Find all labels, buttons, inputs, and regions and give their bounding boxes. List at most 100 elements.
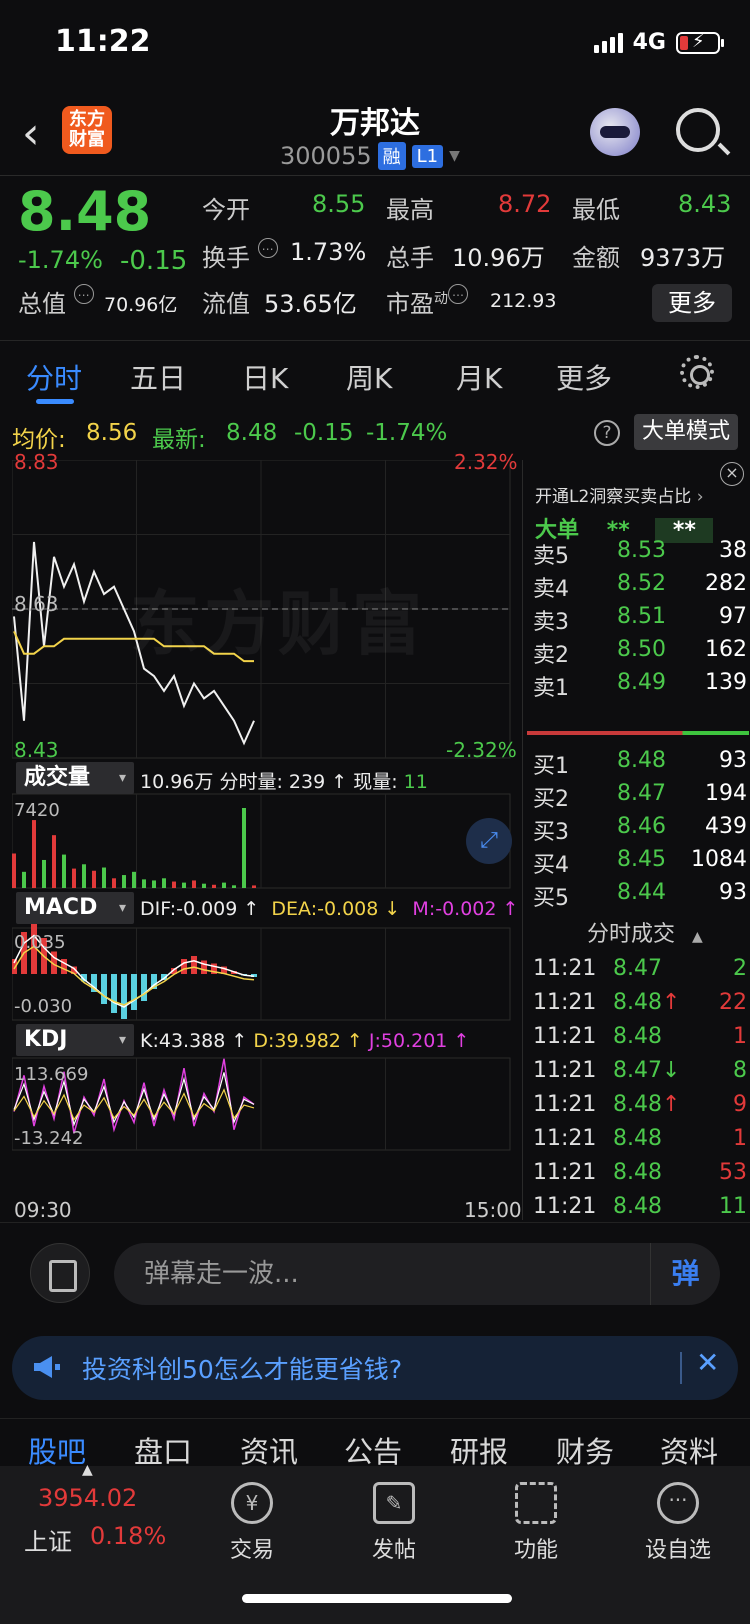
info-icon[interactable]: … [257,238,278,258]
battery-icon: ⚡ [676,31,724,54]
home-indicator [242,1594,512,1603]
status-bar: 11:22 4G ⚡ [0,0,750,90]
search-icon[interactable] [676,108,720,152]
nav-add-watchlist[interactable]: ··· 设自选 [628,1482,728,1564]
trade-price: 8.48 [613,1126,662,1151]
kdj-info: K:43.388 ↑ D:39.982 ↑ J:50.201 ↑ [140,1030,470,1052]
kdj-indicator-select[interactable]: KDJ [16,1024,134,1056]
trade-price: 8.48 [613,1160,662,1185]
macd-bar [141,974,147,1001]
close-icon[interactable]: × [720,462,744,486]
ask-row[interactable]: 卖3 8.51 97 [533,604,747,637]
more-button[interactable]: 更多 [652,284,732,322]
bid-row[interactable]: 买3 8.46 439 [533,814,747,847]
ask-row[interactable]: 卖2 8.50 162 [533,637,747,670]
l2-upsell-link[interactable]: 开通L2洞察买卖占比 › [535,482,704,507]
tab-news[interactable]: 资讯 [240,1429,298,1471]
bid-price: 8.44 [617,880,666,905]
ask-price: 8.51 [617,604,666,629]
info-icon[interactable]: … [73,284,94,304]
float-value: 53.65亿 [264,290,357,318]
danmu-input[interactable]: 弹幕走一波... 弹 [114,1243,720,1305]
tab-more[interactable]: 更多 [556,357,612,397]
tab-forum[interactable]: 股吧 [28,1429,86,1471]
trade-price: 8.47↓ [613,1058,681,1083]
intraday-chart[interactable]: 东方财富 8.83 8.63 8.43 2.32% -2.32% 成交量 10.… [11,450,522,1222]
nav-functions[interactable]: 功能 [486,1482,586,1564]
bid-price: 8.45 [617,847,666,872]
banner-divider [680,1352,682,1384]
volume-bar [252,885,256,888]
bid-volume: 93 [719,748,747,773]
volume-bar [182,882,186,888]
trade-volume: 1 [733,1024,747,1049]
intraday-info-row: 均价: 8.56 最新: 8.48 -0.15 -1.74% ? 大单模式 [0,412,750,458]
info-icon[interactable]: … [448,284,468,304]
open-label: 今开 [202,196,250,224]
bid-row[interactable]: 买5 8.44 93 [533,880,747,913]
tab-weekly-k[interactable]: 周K [346,357,392,397]
expand-icon[interactable]: ⤢ [466,818,512,864]
assistant-robot-icon[interactable] [590,108,640,156]
ask-row[interactable]: 卖4 8.52 282 [533,571,747,604]
grid-icon [515,1482,557,1524]
macd-bar [181,959,187,974]
tab-financials[interactable]: 财务 [556,1429,614,1471]
bid-label: 买1 [533,754,569,779]
tab-orderbook[interactable]: 盘口 [134,1429,192,1471]
mktcap-label: 总值 … [18,284,94,319]
volume-indicator-select[interactable]: 成交量 [16,762,134,794]
big-order-mode-button[interactable]: 大单模式 [634,414,738,450]
bid-row[interactable]: 买1 8.48 93 [533,748,747,781]
volume-bar [82,864,86,888]
volume-bar [92,870,96,888]
ask-label: 卖3 [533,610,569,635]
pct-min-label: -2.32% [446,738,517,762]
help-icon[interactable]: ? [594,420,620,446]
kdj-bottom-label: -13.242 [14,1128,84,1149]
close-icon[interactable]: ✕ [696,1346,719,1379]
ask-label: 卖1 [533,676,569,701]
trades-header[interactable]: 分时成交 ▲ [587,916,703,948]
nav-post[interactable]: ✎ 发帖 [344,1482,444,1564]
volume-value: 10.96万 [452,244,545,272]
last-price: 8.48 [18,180,152,243]
change-value: -0.15 [120,246,188,276]
tab-daily-k[interactable]: 日K [242,357,288,397]
volume-bar [142,879,146,888]
index-value[interactable]: 3954.02 [38,1484,137,1512]
ask-row[interactable]: 卖1 8.49 139 [533,670,747,703]
tab-research[interactable]: 研报 [450,1429,508,1471]
watermark: 东方财富 [130,583,426,665]
ask-row[interactable]: 卖5 8.53 38 [533,538,747,571]
promo-banner[interactable]: 投资科创50怎么才能更省钱? ✕ [12,1336,738,1400]
stock-code-switcher[interactable]: 300055 融 L1 ▼ [280,142,460,170]
bid-row[interactable]: 买2 8.47 194 [533,781,747,814]
gear-icon[interactable] [680,355,714,389]
quote-panel: 8.48 -1.74% -0.15 今开 8.55 最高 8.72 最低 8.4… [0,176,750,340]
banner-text: 投资科创50怎么才能更省钱? [82,1355,403,1384]
trade-time: 11:21 [533,1194,597,1219]
macd-indicator-select[interactable]: MACD [16,892,134,924]
tab-intraday[interactable]: 分时 [26,357,82,397]
volume-bar [122,875,126,888]
bid-row[interactable]: 买4 8.45 1084 [533,847,747,880]
trade-price: 8.48↑ [613,990,681,1015]
level-tag: L1 [411,144,444,168]
tab-five-day[interactable]: 五日 [130,357,186,397]
open-value: 8.55 [312,190,366,218]
danmu-send-button[interactable]: 弹 [650,1243,720,1305]
y-mid-label: 8.63 [14,592,59,616]
chart-tabs: 分时 五日 日K 周K 月K 更多 [0,340,750,408]
more-dots-icon: ··· [657,1482,699,1524]
bid-volume: 1084 [691,847,747,872]
tab-monthly-k[interactable]: 月K [456,357,502,397]
volume-bar [102,867,106,888]
tab-announcements[interactable]: 公告 [344,1429,402,1471]
trade-time: 11:21 [533,1092,597,1117]
chevron-down-icon: ▼ [449,148,460,164]
tab-profile[interactable]: 资料 [660,1429,718,1471]
nav-trade[interactable]: ¥ 交易 [202,1482,302,1564]
macd-top-label: 0.035 [14,932,66,953]
danmu-settings-icon[interactable] [30,1243,90,1303]
